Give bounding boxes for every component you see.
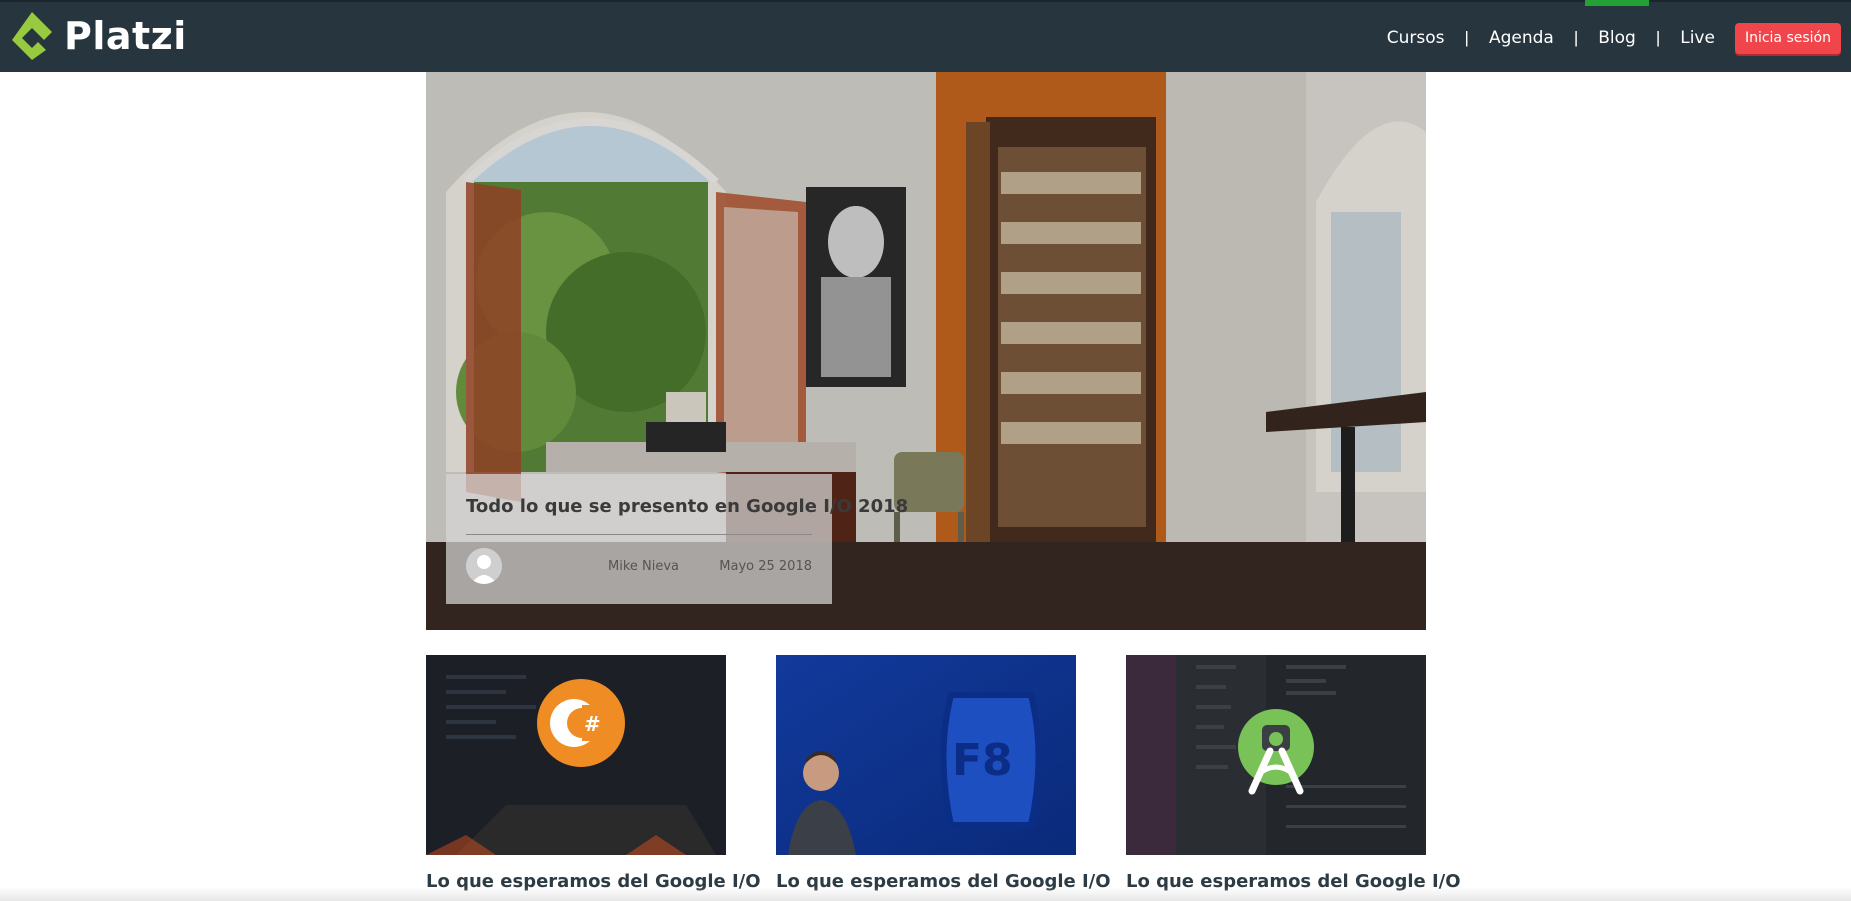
article-card[interactable]: F8 Lo que esperamos del Google I/O — [776, 655, 1111, 892]
article-thumbnail[interactable] — [1126, 655, 1426, 855]
hero-post-card[interactable]: Todo lo que se presento en Google I/O 20… — [446, 474, 908, 604]
platzi-logo-icon — [12, 12, 52, 60]
hero-post-meta: Mike Nieva Mayo 25 2018 — [466, 535, 812, 597]
nav-item-blog[interactable]: Blog — [1585, 0, 1649, 74]
svg-text:F8: F8 — [952, 735, 1013, 786]
f8-logo-icon: F8 — [776, 655, 1076, 855]
nav-item-live[interactable]: Live — [1670, 2, 1725, 74]
hero-featured-post[interactable]: Todo lo que se presento en Google I/O 20… — [426, 72, 1426, 630]
bottom-scroll-fade — [0, 887, 1851, 901]
hero-post-title[interactable]: Todo lo que se presento en Google I/O 20… — [466, 474, 908, 535]
nav-item-agenda[interactable]: Agenda — [1479, 2, 1564, 74]
article-thumbnail[interactable]: F8 — [776, 655, 1076, 855]
main-nav: Cursos | Agenda | Blog | Live Inicia ses… — [1377, 0, 1841, 74]
top-navbar: Platzi Cursos | Agenda | Blog | Live Ini… — [0, 0, 1851, 72]
csharp-logo-icon: # — [426, 655, 726, 855]
article-thumbnail[interactable]: # — [426, 655, 726, 855]
svg-text:#: # — [584, 712, 601, 736]
platzi-logo-link[interactable]: Platzi — [8, 10, 187, 62]
article-grid: # Lo que esperamos del Google I/O F8 Lo … — [426, 655, 1461, 892]
hero-post-author[interactable]: Mike Nieva — [608, 559, 708, 574]
nav-item-cursos[interactable]: Cursos — [1377, 2, 1455, 74]
author-avatar — [466, 548, 502, 584]
nav-separator: | — [1655, 28, 1661, 47]
login-button[interactable]: Inicia sesión — [1734, 22, 1841, 54]
nav-separator: | — [1464, 28, 1469, 47]
page: Platzi Cursos | Agenda | Blog | Live Ini… — [0, 0, 1851, 901]
article-card[interactable]: Lo que esperamos del Google I/O — [1126, 655, 1461, 892]
hero-post-date: Mayo 25 2018 — [719, 558, 812, 574]
article-card[interactable]: # Lo que esperamos del Google I/O — [426, 655, 761, 892]
user-placeholder-icon — [466, 548, 502, 584]
brand-name: Platzi — [64, 14, 187, 58]
android-studio-logo-icon — [1126, 655, 1426, 855]
nav-separator: | — [1573, 28, 1579, 47]
